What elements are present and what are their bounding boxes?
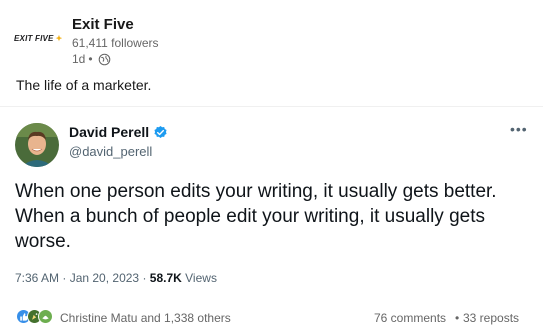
meta-dot: • xyxy=(88,52,93,66)
views-label: Views xyxy=(181,271,217,285)
company-logo[interactable]: EXIT FIVE ✦ xyxy=(14,29,66,47)
more-options-icon[interactable]: ••• xyxy=(510,122,528,136)
follower-count: 61,411 followers xyxy=(72,36,159,50)
date-separator: · xyxy=(59,271,70,285)
globe-icon xyxy=(98,53,110,65)
reposts-count[interactable]: 33 reposts xyxy=(463,311,519,325)
spark-icon: ✦ xyxy=(55,33,63,43)
tweet-timestamp[interactable]: 7:36 AM · Jan 20, 2023 · 58.7K Views xyxy=(15,271,217,285)
reactors-text[interactable]: Christine Matu and 1,338 others xyxy=(60,311,231,325)
author-name-text: David Perell xyxy=(69,124,150,140)
company-name[interactable]: Exit Five xyxy=(72,16,134,33)
avatar-image xyxy=(15,123,59,167)
author-avatar[interactable] xyxy=(15,123,59,167)
support-icon xyxy=(38,309,53,324)
tweet-author-name[interactable]: David Perell xyxy=(69,124,168,140)
tweet-author-handle[interactable]: @david_perell xyxy=(69,144,152,159)
tweet-text: When one person edits your writing, it u… xyxy=(15,181,497,252)
views-count: 58.7K xyxy=(149,271,182,285)
tweet-time: 7:36 AM xyxy=(15,271,60,285)
post-text: The life of a marketer. xyxy=(16,77,152,93)
reaction-icons[interactable] xyxy=(16,309,53,324)
post-age: 1d xyxy=(72,52,86,66)
verified-badge-icon xyxy=(154,125,167,138)
comments-count[interactable]: 76 comments xyxy=(374,311,446,325)
views-separator: · xyxy=(139,271,150,285)
tweet-date: Jan 20, 2023 xyxy=(69,271,140,285)
company-logo-text: EXIT FIVE xyxy=(14,33,54,43)
post-header: EXIT FIVE ✦ Exit Five 61,411 followers 1d… xyxy=(0,0,543,70)
counts-separator: • xyxy=(455,311,460,325)
post-meta: 1d • xyxy=(72,52,111,66)
